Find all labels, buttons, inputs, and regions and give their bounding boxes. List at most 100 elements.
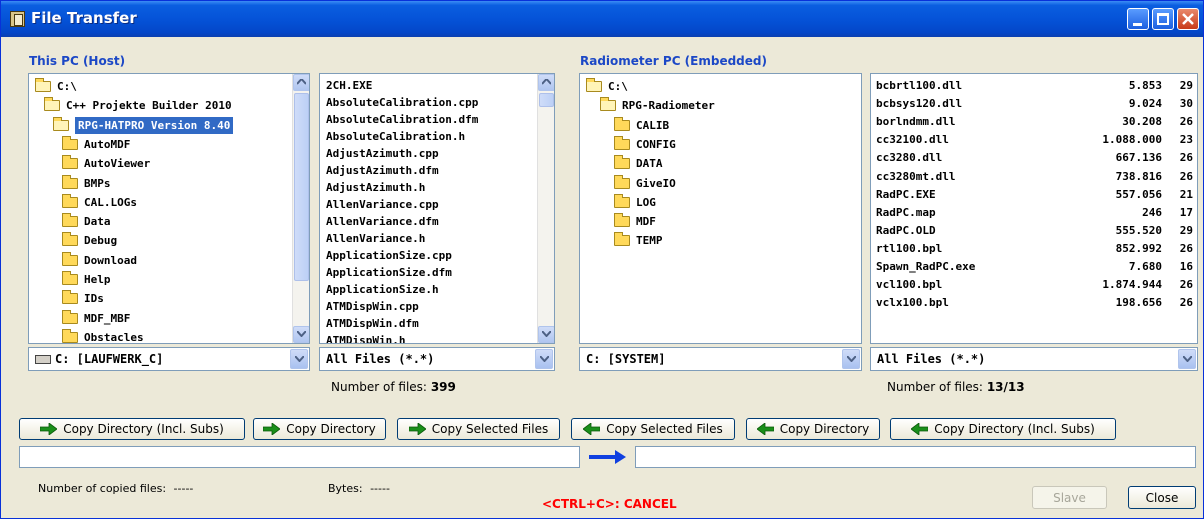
scroll-down-button[interactable]: [538, 326, 554, 343]
bytes-label: Bytes:: [328, 482, 363, 495]
radiometer-drive-select[interactable]: C: [SYSTEM]: [579, 347, 862, 371]
host-drive-select[interactable]: C: [LAUFWERK_C]: [28, 347, 310, 371]
radiometer-filter-select[interactable]: All Files (*.*): [870, 347, 1198, 371]
file-list-item[interactable]: 2CH.EXE: [320, 77, 372, 94]
file-list-item[interactable]: ApplicationSize.cpp: [320, 247, 452, 264]
scroll-up-button[interactable]: [538, 74, 554, 91]
tree-node[interactable]: AutoMDF: [29, 135, 130, 153]
minimize-button[interactable]: [1127, 8, 1149, 30]
dropdown-button[interactable]: [842, 349, 860, 369]
file-list-item[interactable]: vclx100.bpl 198.656 26: [871, 294, 1197, 311]
tree-node[interactable]: GiveIO: [580, 174, 676, 192]
file-list-item[interactable]: AllenVariance.dfm: [320, 213, 439, 230]
dropdown-button[interactable]: [535, 349, 553, 369]
maximize-button[interactable]: [1152, 8, 1174, 30]
tree-node-label: CAL.LOGs: [84, 195, 137, 209]
copy-directory-subs-to-embedded-button[interactable]: Copy Directory (Incl. Subs): [19, 418, 245, 440]
file-name: borlndmm.dll: [876, 115, 956, 129]
tree-node-label: MDF: [636, 215, 656, 229]
tree-node[interactable]: MDF_MBF: [29, 309, 130, 327]
file-list-item[interactable]: AbsoluteCalibration.dfm: [320, 111, 478, 128]
tree-node[interactable]: Download: [29, 251, 137, 269]
tree-node[interactable]: RPG-Radiometer: [580, 97, 715, 114]
tree-node[interactable]: MDF: [580, 213, 656, 230]
host-file-count: Number of files: 399: [331, 380, 456, 394]
file-list-item[interactable]: AdjustAzimuth.dfm: [320, 162, 439, 179]
tree-node[interactable]: DATA: [580, 155, 663, 172]
scroll-down-button[interactable]: [293, 326, 309, 343]
radiometer-file-count-value: 13/13: [986, 380, 1025, 394]
file-list-item[interactable]: AllenVariance.cpp: [320, 196, 439, 213]
file-size: 1.088.000: [1102, 133, 1162, 147]
title-bar[interactable]: File Transfer: [1, 1, 1203, 37]
radiometer-file-list[interactable]: bcbrtl100.dll 5.853 29 bcbsys120.dll 9.024 30…: [870, 73, 1198, 344]
tree-node[interactable]: IDs: [29, 290, 104, 307]
tree-node[interactable]: AutoViewer: [29, 155, 150, 172]
dropdown-button[interactable]: [1178, 349, 1196, 369]
file-list-item[interactable]: ApplicationSize.h: [320, 281, 439, 298]
file-name: RadPC.map: [876, 205, 936, 219]
file-list-item[interactable]: cc32100.dll 1.088.000 23: [871, 131, 1197, 148]
drive-icon: [35, 355, 51, 364]
tree-node[interactable]: C:\: [29, 78, 77, 95]
copy-selected-files-to-embedded-button[interactable]: Copy Selected Files: [397, 418, 560, 440]
tree-node[interactable]: Debug: [29, 232, 117, 249]
host-directory-tree[interactable]: C:\ C++ Projekte Builder 2010 RPG-HATPRO V…: [28, 73, 310, 344]
slave-button[interactable]: Slave: [1032, 486, 1107, 509]
scroll-up-button[interactable]: [293, 74, 309, 91]
folder-icon: [614, 135, 630, 150]
tree-node[interactable]: C:\: [580, 78, 628, 95]
copy-selected-files-to-host-button[interactable]: Copy Selected Files: [571, 418, 735, 440]
file-list-item[interactable]: cc3280.dll 667.136 26: [871, 149, 1197, 166]
close-window-button[interactable]: [1177, 8, 1199, 30]
file-list-item[interactable]: bcbsys120.dll 9.024 30: [871, 95, 1197, 112]
radiometer-directory-tree[interactable]: C:\ RPG-Radiometer CALIB CONFIG DATA GiveIO LO…: [579, 73, 862, 344]
file-list-item[interactable]: AbsoluteCalibration.h: [320, 128, 465, 145]
tree-node[interactable]: CALIB: [580, 116, 669, 134]
file-list-item[interactable]: bcbrtl100.dll 5.853 29: [871, 77, 1197, 94]
tree-node[interactable]: TEMP: [580, 232, 663, 249]
tree-node[interactable]: Data: [29, 213, 111, 230]
scroll-thumb[interactable]: [294, 93, 309, 281]
scroll-thumb[interactable]: [539, 93, 554, 107]
file-list-item[interactable]: ATMDispWin.dfm: [320, 315, 419, 332]
transfer-arrow-icon: [589, 450, 626, 464]
host-tree-scrollbar[interactable]: [292, 74, 309, 343]
file-list-item[interactable]: AdjustAzimuth.h: [320, 179, 425, 196]
file-list-item[interactable]: AllenVariance.h: [320, 230, 425, 247]
copy-directory-subs-to-host-button[interactable]: Copy Directory (Incl. Subs): [890, 418, 1116, 440]
tree-node[interactable]: Help: [29, 271, 111, 288]
tree-node[interactable]: C++ Projekte Builder 2010: [29, 97, 232, 114]
tree-node[interactable]: RPG-HATPRO Version 8.40: [29, 116, 234, 134]
file-list-item[interactable]: vcl100.bpl 1.874.944 26: [871, 276, 1197, 293]
dropdown-button[interactable]: [290, 349, 308, 369]
file-list-item[interactable]: RadPC.EXE 557.056 21: [871, 186, 1197, 203]
tree-node[interactable]: CAL.LOGs: [29, 193, 137, 211]
file-list-item[interactable]: AbsoluteCalibration.cpp: [320, 94, 478, 111]
tree-node[interactable]: LOG: [580, 193, 656, 211]
file-list-item[interactable]: ApplicationSize.dfm: [320, 264, 452, 281]
tree-node[interactable]: CONFIG: [580, 135, 676, 153]
file-list-item[interactable]: AdjustAzimuth.cpp: [320, 145, 439, 162]
file-list-item[interactable]: ATMDispWin.cpp: [320, 298, 419, 315]
close-button[interactable]: Close: [1128, 486, 1196, 509]
file-list-item[interactable]: borlndmm.dll 30.208 26: [871, 113, 1197, 130]
folder-icon: [62, 232, 78, 247]
file-list-item[interactable]: rtl100.bpl 852.992 26: [871, 240, 1197, 257]
host-files-scrollbar[interactable]: [537, 74, 554, 343]
chevron-down-icon: [295, 356, 304, 362]
tree-node[interactable]: Obstacles: [29, 328, 144, 343]
file-list-item[interactable]: Spawn_RadPC.exe 7.680 16: [871, 258, 1197, 275]
tree-node[interactable]: BMPs: [29, 174, 111, 192]
folder-icon: [614, 155, 630, 170]
file-list-item[interactable]: RadPC.map 246 17: [871, 204, 1197, 221]
open-folder-icon: [35, 78, 51, 92]
file-list-item[interactable]: RadPC.OLD 555.520 29: [871, 222, 1197, 239]
host-label: This PC (Host): [29, 54, 126, 68]
file-list-item[interactable]: cc3280mt.dll 738.816 26: [871, 168, 1197, 185]
host-file-list[interactable]: 2CH.EXE AbsoluteCalibration.cpp AbsoluteCa…: [319, 73, 555, 344]
copy-directory-to-embedded-button[interactable]: Copy Directory: [253, 418, 386, 440]
copy-directory-to-host-button[interactable]: Copy Directory: [746, 418, 880, 440]
file-list-item[interactable]: ATMDispWin.h: [320, 332, 405, 343]
host-filter-select[interactable]: All Files (*.*): [319, 347, 555, 371]
